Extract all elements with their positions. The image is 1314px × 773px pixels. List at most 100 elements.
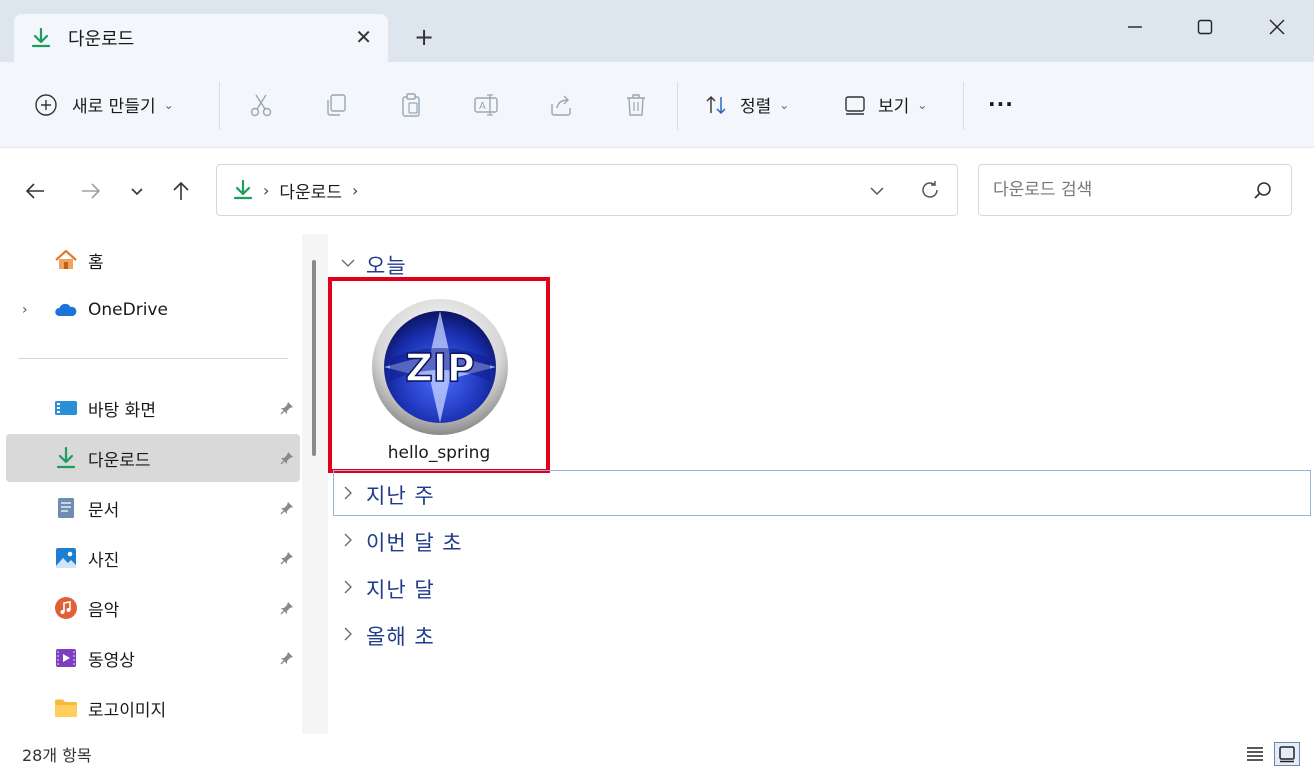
group-label: 오늘 <box>366 254 407 278</box>
pin-icon[interactable] <box>280 401 294 415</box>
large-icons-view-button[interactable] <box>1274 742 1300 766</box>
group-label: 지난 주 <box>366 484 435 508</box>
sidebar-item-desktop[interactable]: 바탕 화면 <box>6 384 300 432</box>
chevron-right-icon <box>340 626 358 646</box>
sidebar-item-label: 바탕 화면 <box>88 400 156 421</box>
sort-button[interactable]: 정렬 ⌄ <box>704 92 789 117</box>
group-header-earlier-this-year[interactable]: 올해 초 <box>340 621 435 651</box>
download-icon <box>233 179 253 200</box>
music-icon <box>55 597 77 619</box>
scrollbar-thumb[interactable] <box>312 260 316 456</box>
close-icon <box>1269 19 1285 35</box>
toolbar-divider <box>677 82 678 130</box>
sidebar-item-music[interactable]: 음악 <box>6 584 300 632</box>
sidebar-scrollbar[interactable] <box>302 234 328 734</box>
svg-text:A: A <box>479 101 486 112</box>
large-icons-view-icon <box>1279 746 1295 763</box>
sidebar-item-label: 다운로드 <box>88 450 151 471</box>
copy-icon[interactable] <box>323 92 349 118</box>
zip-archive-icon: ZIP <box>372 299 508 435</box>
sidebar-item-pictures[interactable]: 사진 <box>6 534 300 582</box>
forward-button[interactable] <box>78 178 104 204</box>
new-button[interactable]: 새로 만들기 ⌄ <box>34 92 174 117</box>
sidebar-item-label: 홈 <box>88 252 104 273</box>
group-header-last-month[interactable]: 지난 달 <box>340 574 435 604</box>
status-bar: 28개 항목 <box>0 734 1314 773</box>
view-button[interactable]: 보기 ⌄ <box>844 92 927 117</box>
more-options-button[interactable]: ··· <box>988 92 1014 116</box>
search-input[interactable] <box>993 177 1243 203</box>
arrow-up-icon <box>173 181 189 200</box>
breadcrumb-downloads[interactable]: 다운로드 <box>279 178 342 203</box>
maximize-button[interactable] <box>1190 12 1220 42</box>
group-label: 이번 달 초 <box>366 531 463 555</box>
file-item-zip[interactable]: ZIP hello_spring <box>328 277 550 473</box>
sort-icon <box>706 95 726 114</box>
tab-close-button[interactable]: ✕ <box>355 26 372 48</box>
plus-circle-icon <box>35 93 57 116</box>
sidebar-item-downloads[interactable]: 다운로드 <box>6 434 300 482</box>
view-label: 보기 <box>878 97 910 117</box>
chevron-down-icon: ⌄ <box>779 97 790 112</box>
chevron-down-icon <box>131 188 143 196</box>
toolbar-divider <box>963 82 964 130</box>
sidebar-item-videos[interactable]: 동영상 <box>6 634 300 682</box>
share-icon[interactable] <box>548 92 574 118</box>
cut-icon[interactable] <box>248 92 274 118</box>
breadcrumb-separator[interactable]: › <box>263 181 269 200</box>
rename-icon[interactable]: A <box>473 92 499 118</box>
pin-icon[interactable] <box>280 451 294 465</box>
chevron-right-icon <box>340 485 358 505</box>
delete-icon[interactable] <box>623 92 649 118</box>
details-view-button[interactable] <box>1242 742 1268 766</box>
address-bar[interactable]: › 다운로드 › <box>216 164 958 216</box>
up-button[interactable] <box>168 178 194 204</box>
navigation-pane: 홈 › OneDrive 바탕 화면 다운로드 문서 사진 음악 동영상 로고이… <box>0 234 300 734</box>
sort-label: 정렬 <box>740 97 772 117</box>
download-icon <box>31 27 51 48</box>
recent-locations-button[interactable] <box>124 178 150 204</box>
sidebar-item-label: 음악 <box>88 600 120 621</box>
home-icon <box>55 249 77 269</box>
view-icon <box>845 95 865 115</box>
group-label: 올해 초 <box>366 625 435 649</box>
new-tab-button[interactable]: + <box>414 24 434 50</box>
maximize-icon <box>1197 19 1213 35</box>
folder-icon <box>55 699 77 717</box>
tab-downloads[interactable]: 다운로드 ✕ <box>14 14 388 62</box>
paste-icon[interactable] <box>398 92 424 118</box>
breadcrumb-separator[interactable]: › <box>352 181 358 200</box>
sidebar-item-home[interactable]: 홈 <box>6 236 300 284</box>
close-button[interactable] <box>1262 12 1292 42</box>
pin-icon[interactable] <box>280 651 294 665</box>
pin-icon[interactable] <box>280 551 294 565</box>
chevron-down-icon <box>340 255 358 275</box>
pin-icon[interactable] <box>280 601 294 615</box>
group-header-last-week[interactable]: 지난 주 <box>340 480 435 510</box>
arrow-right-icon <box>82 183 101 199</box>
sidebar-item-logo-images[interactable]: 로고이미지 <box>6 684 300 732</box>
sidebar-item-onedrive[interactable]: › OneDrive <box>6 286 300 334</box>
arrow-left-icon <box>25 183 44 199</box>
back-button[interactable] <box>22 178 48 204</box>
sidebar-item-label: OneDrive <box>88 300 168 320</box>
chevron-right-icon[interactable]: › <box>22 302 28 318</box>
command-bar: 새로 만들기 ⌄ A 정렬 ⌄ 보기 ⌄ ··· <box>0 62 1314 148</box>
toolbar-divider <box>219 82 220 130</box>
pin-icon[interactable] <box>280 501 294 515</box>
search-box[interactable] <box>978 164 1292 216</box>
title-bar: 다운로드 ✕ + <box>0 0 1314 62</box>
download-icon <box>56 446 76 469</box>
group-header-earlier-this-month[interactable]: 이번 달 초 <box>340 527 463 557</box>
document-icon <box>58 498 74 518</box>
refresh-icon[interactable] <box>919 179 941 201</box>
search-icon[interactable] <box>1253 181 1273 201</box>
sidebar-item-label: 동영상 <box>88 650 135 671</box>
chevron-down-icon[interactable] <box>867 180 887 200</box>
minimize-button[interactable] <box>1120 12 1150 42</box>
sidebar-item-documents[interactable]: 문서 <box>6 484 300 532</box>
new-button-label: 새로 만들기 <box>72 97 156 117</box>
sidebar-item-label: 사진 <box>88 550 120 571</box>
group-header-today[interactable]: 오늘 <box>340 250 407 280</box>
video-icon <box>56 649 76 667</box>
